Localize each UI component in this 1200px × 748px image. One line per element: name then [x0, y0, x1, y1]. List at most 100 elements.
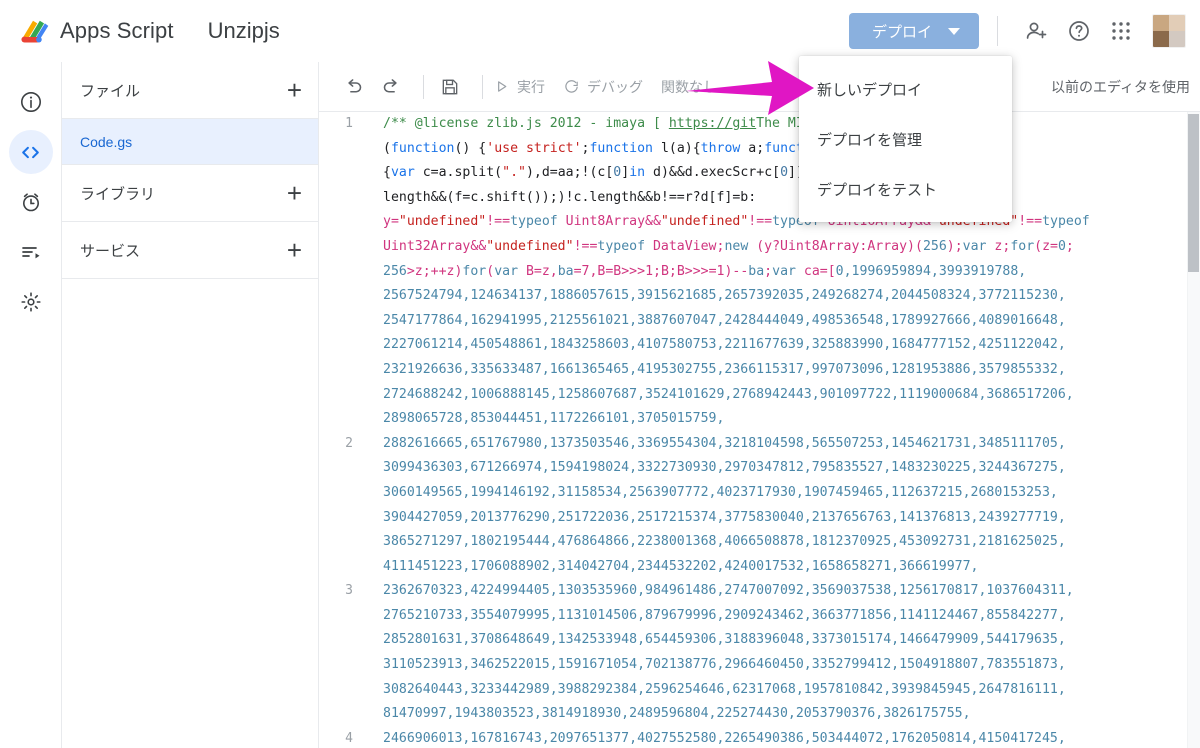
code-line-text[interactable]: 2567524794,124634137,1886057615,39156216…	[367, 284, 1066, 309]
code-line: 81470997,1943803523,3814918930,248959680…	[319, 702, 1200, 727]
deploy-button[interactable]: デプロイ	[849, 13, 979, 49]
file-item-label: Code.gs	[80, 133, 133, 150]
code-line-text[interactable]: 3865271297,1802195444,476864866,22380013…	[367, 530, 1066, 555]
code-token: 2882616665,651767980,1373503546,33695543…	[383, 435, 1066, 451]
code-line-text[interactable]: 3099436303,671266974,1594198024,33227309…	[367, 456, 1066, 481]
code-line-text[interactable]: 4111451223,1706088902,314042704,23445322…	[367, 555, 978, 580]
code-line: 3060149565,1994146192,31158534,256390777…	[319, 481, 1200, 506]
debug-button[interactable]: デバッグ	[563, 77, 643, 97]
code-vertical-scrollbar[interactable]	[1187, 112, 1200, 748]
code-token: var	[772, 263, 796, 279]
add-service-button[interactable]: +	[287, 237, 302, 263]
code-token: !==	[1018, 214, 1043, 230]
code-token: 2765210733,3554079995,1131014506,8796799…	[383, 607, 1066, 623]
code-token: (y?Uint8Array:Array)(	[748, 238, 923, 254]
code-line: 3099436303,671266974,1594198024,33227309…	[319, 456, 1200, 481]
code-line-text[interactable]: 2466906013,167816743,2097651377,40275525…	[367, 727, 1066, 748]
code-line-text[interactable]: 256>z;++z)for(var B=z,ba=7,B=B>>>1;B;B>>…	[367, 260, 1026, 285]
code-token: 0	[780, 165, 789, 181]
code-line-text[interactable]: Uint32Array&&"undefined"!==typeof DataVi…	[367, 235, 1074, 260]
help-circle-icon[interactable]	[1058, 10, 1100, 52]
code-line-text[interactable]: 2898065728,853044451,1172266101,37050157…	[367, 407, 724, 432]
code-line: 2547177864,162941995,2125561021,38876070…	[319, 309, 1200, 334]
code-line-text[interactable]: 2882616665,651767980,1373503546,33695543…	[367, 432, 1066, 457]
code-line: 3082640443,3233442989,3988292384,2596254…	[319, 678, 1200, 703]
code-token: 4111451223,1706088902,314042704,23445322…	[383, 558, 979, 574]
panel-section-files[interactable]: ファイル +	[62, 62, 318, 119]
save-floppy-icon[interactable]	[434, 71, 466, 103]
brand-area[interactable]: Apps Script	[16, 14, 174, 48]
app-title: Apps Script	[60, 18, 174, 43]
code-token: {	[383, 165, 391, 181]
code-token: 2362670323,4224994405,1303535960,9849614…	[383, 583, 1074, 599]
sidebar-item-editor[interactable]	[8, 130, 53, 174]
code-line-text[interactable]: 2227061214,450548861,1843258603,41075807…	[367, 333, 1066, 358]
code-token: () {	[454, 140, 487, 156]
menu-item-new-deployment[interactable]: 新しいデプロイ	[799, 64, 1012, 114]
code-editor[interactable]: 1 /** @license zlib.js 2012 - imaya [ htt…	[319, 112, 1200, 748]
code-line-text[interactable]: 2321926636,335633487,1661365465,41953027…	[367, 358, 1066, 383]
code-line-text[interactable]: 81470997,1943803523,3814918930,248959680…	[367, 702, 971, 727]
code-token: 3865271297,1802195444,476864866,22380013…	[383, 534, 1066, 550]
person-add-icon[interactable]	[1016, 10, 1058, 52]
scrollbar-thumb[interactable]	[1188, 114, 1199, 272]
code-line-text[interactable]: 3904427059,2013776290,251722036,25172153…	[367, 506, 1066, 531]
sidebar-item-settings[interactable]	[9, 280, 53, 324]
add-library-button[interactable]: +	[287, 180, 302, 206]
undo-icon[interactable]	[337, 71, 369, 103]
debug-bug-icon	[563, 78, 580, 95]
apps-grid-icon[interactable]	[1100, 10, 1142, 52]
code-token: 2898065728,853044451,1172266101,37050157…	[383, 411, 725, 427]
code-line-text[interactable]: 2362670323,4224994405,1303535960,9849614…	[367, 579, 1074, 604]
code-token: function	[589, 140, 654, 156]
play-triangle-icon	[493, 78, 510, 95]
code-line: 2227061214,450548861,1843258603,41075807…	[319, 333, 1200, 358]
code-token: ;	[1065, 238, 1074, 254]
code-line-text[interactable]: 2547177864,162941995,2125561021,38876070…	[367, 309, 1066, 334]
code-line: 2765210733,3554079995,1131014506,8796799…	[319, 604, 1200, 629]
code-token: d)&&d.execScr	[645, 165, 757, 181]
avatar[interactable]	[1152, 14, 1186, 48]
code-line: 2321926636,335633487,1661365465,41953027…	[319, 358, 1200, 383]
add-file-button[interactable]: +	[287, 77, 302, 103]
code-line-text[interactable]: 2765210733,3554079995,1131014506,8796799…	[367, 604, 1066, 629]
code-token: 2466906013,167816743,2097651377,40275525…	[383, 730, 1066, 746]
code-line-text[interactable]: 3082640443,3233442989,3988292384,2596254…	[367, 678, 1066, 703]
code-line-text[interactable]: 2724688242,1006888145,1258607687,3524101…	[367, 383, 1074, 408]
code-line: 2898065728,853044451,1172266101,37050157…	[319, 407, 1200, 432]
line-number: 2	[345, 435, 353, 451]
code-line-text[interactable]: 3060149565,1994146192,31158534,256390777…	[367, 481, 1058, 506]
run-button[interactable]: 実行	[493, 77, 545, 97]
sidebar-item-executions[interactable]	[9, 230, 53, 274]
code-token: !==	[748, 214, 773, 230]
chevron-down-icon	[948, 27, 960, 35]
panel-section-libraries[interactable]: ライブラリ +	[62, 165, 318, 222]
use-old-editor-link[interactable]: 以前のエディタを使用	[1051, 77, 1190, 97]
code-line-text[interactable]: 3110523913,3462522015,1591671054,7021387…	[367, 653, 1066, 678]
code-line: 256>z;++z)for(var B=z,ba=7,B=B>>>1;B;B>>…	[319, 260, 1200, 285]
menu-item-manage-deployments[interactable]: デプロイを管理	[799, 114, 1012, 164]
file-item-code-gs[interactable]: Code.gs	[62, 119, 318, 165]
code-token: 2852801631,3708648649,1342533948,6544593…	[383, 632, 1066, 648]
code-token: "."	[502, 165, 526, 181]
file-panel: ファイル + Code.gs ライブラリ + サービス +	[62, 62, 319, 748]
sidebar-item-overview[interactable]	[9, 80, 53, 124]
toolbar-divider-1	[423, 74, 424, 99]
menu-item-test-deployments[interactable]: デプロイをテスト	[799, 164, 1012, 214]
function-select[interactable]: 関数なし	[661, 77, 717, 97]
code-token: var	[390, 165, 415, 181]
sidebar-item-triggers[interactable]	[9, 180, 53, 224]
code-line-text[interactable]: 2852801631,3708648649,1342533948,6544593…	[367, 628, 1066, 653]
redo-icon[interactable]	[375, 71, 407, 103]
code-token: var	[962, 238, 987, 254]
code-token: ;	[764, 263, 773, 279]
code-token: 2724688242,1006888145,1258607687,3524101…	[383, 386, 1074, 402]
code-line: 2852801631,3708648649,1342533948,6544593…	[319, 628, 1200, 653]
code-line-text[interactable]: length&&(f=c.shift());)!c.length&&b!==r?…	[367, 186, 756, 211]
panel-section-services[interactable]: サービス +	[62, 222, 318, 279]
code-token: DataView;	[645, 238, 725, 254]
code-token: B=z,	[518, 263, 558, 279]
code-token: new	[724, 238, 749, 254]
project-title[interactable]: Unzipjs	[208, 18, 280, 44]
panel-section-files-label: ファイル	[80, 82, 141, 100]
